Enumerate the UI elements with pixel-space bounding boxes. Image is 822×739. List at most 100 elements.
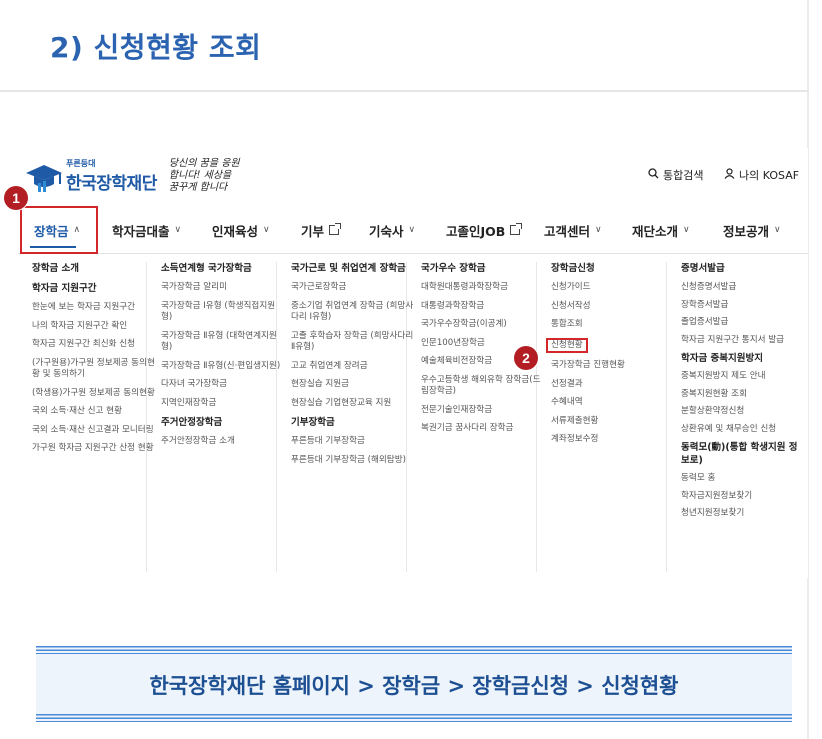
menu-column-application: 장학금신청 신청가이드 신청서작성 통합조회 신청현황 국가장학금 진행현황 선… [546, 262, 675, 453]
gnb-about[interactable]: 재단소개 ∨ [632, 206, 690, 254]
menu-link[interactable]: 동력모 홈 [681, 473, 803, 485]
gnb-highschool-job[interactable]: 고졸인JOB [446, 206, 523, 254]
breadcrumb-banner: 한국장학재단 홈페이지 > 장학금 > 장학금신청 > 신청현황 [36, 646, 792, 722]
kosaf-logo[interactable]: 푸른등대 한국장학재단 당신의 꿈을 응원합니다! 세상을 꿈꾸게 합니다 [24, 158, 241, 194]
menu-link[interactable]: 분할상환약정신청 [681, 406, 803, 418]
chevron-up-icon: ∧ [73, 225, 81, 235]
menu-link[interactable]: 국가장학금 진행현황 [551, 360, 675, 372]
external-link-icon [510, 223, 523, 235]
menu-link[interactable]: 국가근로장학금 [291, 282, 415, 294]
active-underline [30, 246, 76, 248]
menu-link[interactable]: 가구원 학자금 지원구간 산정 현황 [32, 443, 156, 455]
chevron-down-icon: ∨ [595, 225, 602, 235]
graduation-cap-icon [24, 159, 64, 193]
menu-link[interactable]: 국가우수장학금(이공계) [421, 319, 545, 331]
title-divider [0, 90, 809, 92]
menu-link[interactable]: 한눈에 보는 학자금 지원구간 [32, 302, 156, 314]
menu-link[interactable]: 고교 취업연계 장려금 [291, 361, 415, 373]
menu-link[interactable]: 중복지원현황 조회 [681, 389, 803, 401]
menu-link[interactable]: 국외 소득·재산 신고결과 모니터링 [32, 425, 156, 437]
menu-link[interactable]: 서류제출현황 [551, 416, 675, 428]
menu-link[interactable]: 현장실습 지원금 [291, 379, 415, 391]
gnb-customer-center[interactable]: 고객센터 ∨ [544, 206, 602, 254]
gnb-disclosure[interactable]: 정보공개 ∨ [723, 206, 781, 254]
gnb-donation[interactable]: 기부 [301, 206, 342, 254]
menu-link[interactable]: 주거안정장학금 소개 [161, 436, 285, 448]
menu-link[interactable]: 학자금지원정보찾기 [681, 491, 803, 503]
menu-link[interactable]: 현장실습 기업현장교육 지원 [291, 398, 415, 410]
menu-link-application-status[interactable]: 신청현황 [546, 337, 675, 353]
menu-link[interactable]: 신청증명서발급 [681, 282, 803, 294]
menu-link[interactable]: 통합조회 [551, 319, 675, 331]
menu-column-income-based: 소득연계형 국가장학금 국가장학금 알리미 국가장학금 Ⅰ유형 (학생직접지원형… [161, 262, 285, 455]
menu-link[interactable]: 국가장학금 알리미 [161, 282, 285, 294]
chevron-down-icon: ∨ [263, 225, 270, 235]
chevron-down-icon: ∨ [683, 225, 690, 235]
menu-link[interactable]: 우수고등학생 해외유학 장학금(드림장학금) [421, 375, 545, 398]
menu-link[interactable]: 청년지원정보찾기 [681, 508, 803, 520]
menu-heading[interactable]: 국가우수 장학금 [421, 262, 545, 275]
menu-link[interactable]: 전문기술인재장학금 [421, 405, 545, 417]
menu-column-work-study: 국가근로 및 취업연계 장학금 국가근로장학금 중소기업 취업연계 장학금 (희… [291, 262, 415, 473]
menu-subheading[interactable]: 학자금 중복지원방지 [681, 352, 803, 365]
menu-link[interactable]: 나의 학자금 지원구간 확인 [32, 321, 156, 333]
gnb-scholarship[interactable]: 장학금 ∧ [20, 206, 98, 254]
gnb-label: 학자금대출 [112, 223, 170, 239]
menu-link[interactable]: 국가장학금 Ⅱ유형(신·편입생지원) [161, 361, 285, 373]
menu-link[interactable]: 신청서작성 [551, 301, 675, 313]
highlight-box[interactable]: 신청현황 [546, 337, 588, 353]
menu-link[interactable]: 대통령과학장학금 [421, 301, 545, 313]
menu-link[interactable]: 고졸 후학습자 장학금 (희망사다리 Ⅱ유형) [291, 331, 415, 354]
chevron-down-icon: ∨ [774, 225, 781, 235]
menu-subheading[interactable]: 학자금 지원구간 [32, 282, 156, 295]
menu-heading[interactable]: 소득연계형 국가장학금 [161, 262, 285, 275]
integrated-search-label: 통합검색 [663, 169, 704, 182]
menu-link[interactable]: 중소기업 취업연계 장학금 (희망사다리 Ⅰ유형) [291, 301, 415, 324]
user-icon [724, 168, 735, 182]
menu-link[interactable]: 푸른등대 기부장학금 (해외탐방) [291, 455, 415, 467]
menu-heading[interactable]: 장학금 소개 [32, 262, 156, 275]
menu-link[interactable]: 중복지원방지 제도 안내 [681, 371, 803, 383]
logo-name: 한국장학재단 [66, 174, 157, 194]
gnb-label: 정보공개 [723, 223, 770, 239]
gnb-label: 인재육성 [212, 223, 259, 239]
menu-link[interactable]: 푸른등대 기부장학금 [291, 436, 415, 448]
menu-link[interactable]: 지역인재장학금 [161, 398, 285, 410]
menu-link[interactable]: 대학원대통령과학장학금 [421, 282, 545, 294]
menu-heading[interactable]: 증명서발급 [681, 262, 803, 275]
gnb-dormitory[interactable]: 기숙사 ∨ [369, 206, 415, 254]
menu-link[interactable]: 계좌정보수정 [551, 434, 675, 446]
menu-link[interactable]: 장학증서발급 [681, 300, 803, 312]
my-kosaf-link[interactable]: 나의 KOSAF [724, 167, 799, 183]
gnb-student-loan[interactable]: 학자금대출 ∨ [112, 206, 181, 254]
my-kosaf-label: 나의 KOSAF [739, 169, 800, 182]
menu-heading[interactable]: 장학금신청 [551, 262, 675, 275]
menu-link[interactable]: 국외 소득·재산 신고 현황 [32, 406, 156, 418]
main-navigation: 장학금 ∧ 학자금대출 ∨ 인재육성 ∨ 기부 기숙사 ∨ 고졸인JOB 고객센… [18, 206, 808, 254]
kosaf-screenshot: 푸른등대 한국장학재단 당신의 꿈을 응원합니다! 세상을 꿈꾸게 합니다 통합… [18, 148, 808, 578]
menu-subheading[interactable]: 기부장학금 [291, 416, 415, 429]
menu-heading[interactable]: 국가근로 및 취업연계 장학금 [291, 262, 415, 275]
menu-link[interactable]: 수혜내역 [551, 397, 675, 409]
menu-link[interactable]: 국가장학금 Ⅱ유형 (대학연계지원형) [161, 331, 285, 354]
menu-subheading[interactable]: 주거안정장학금 [161, 416, 285, 429]
chevron-down-icon: ∨ [408, 225, 416, 235]
chevron-down-icon: ∨ [174, 225, 182, 235]
menu-link[interactable]: 졸업증서발급 [681, 317, 803, 329]
menu-link[interactable]: 신청가이드 [551, 282, 675, 294]
menu-link[interactable]: 다자녀 국가장학금 [161, 379, 285, 391]
menu-link[interactable]: 학자금 지원구간 통지서 발급 [681, 335, 803, 347]
menu-subheading[interactable]: 동력모(動)(통합 학생지원 정보로) [681, 441, 803, 467]
menu-link[interactable]: 상환유예 및 채무승인 신청 [681, 424, 803, 436]
menu-link[interactable]: 선정결과 [551, 379, 675, 391]
integrated-search-link[interactable]: 통합검색 [648, 167, 703, 183]
menu-link[interactable]: (가구원용)가구원 정보제공 동의현황 및 동의하기 [32, 358, 156, 381]
menu-link[interactable]: 국가장학금 Ⅰ유형 (학생직접지원형) [161, 301, 285, 324]
gnb-talent[interactable]: 인재육성 ∨ [212, 206, 270, 254]
menu-link[interactable]: (학생용)가구원 정보제공 동의현황 [32, 388, 156, 400]
menu-link[interactable]: 학자금 지원구간 최신화 신청 [32, 339, 156, 351]
menu-link[interactable]: 복권기금 꿈사다리 장학금 [421, 423, 545, 435]
external-link-icon [329, 223, 342, 235]
gnb-label: 기부 [301, 223, 325, 239]
menu-column-intro: 장학금 소개 학자금 지원구간 한눈에 보는 학자금 지원구간 나의 학자금 지… [32, 262, 156, 462]
